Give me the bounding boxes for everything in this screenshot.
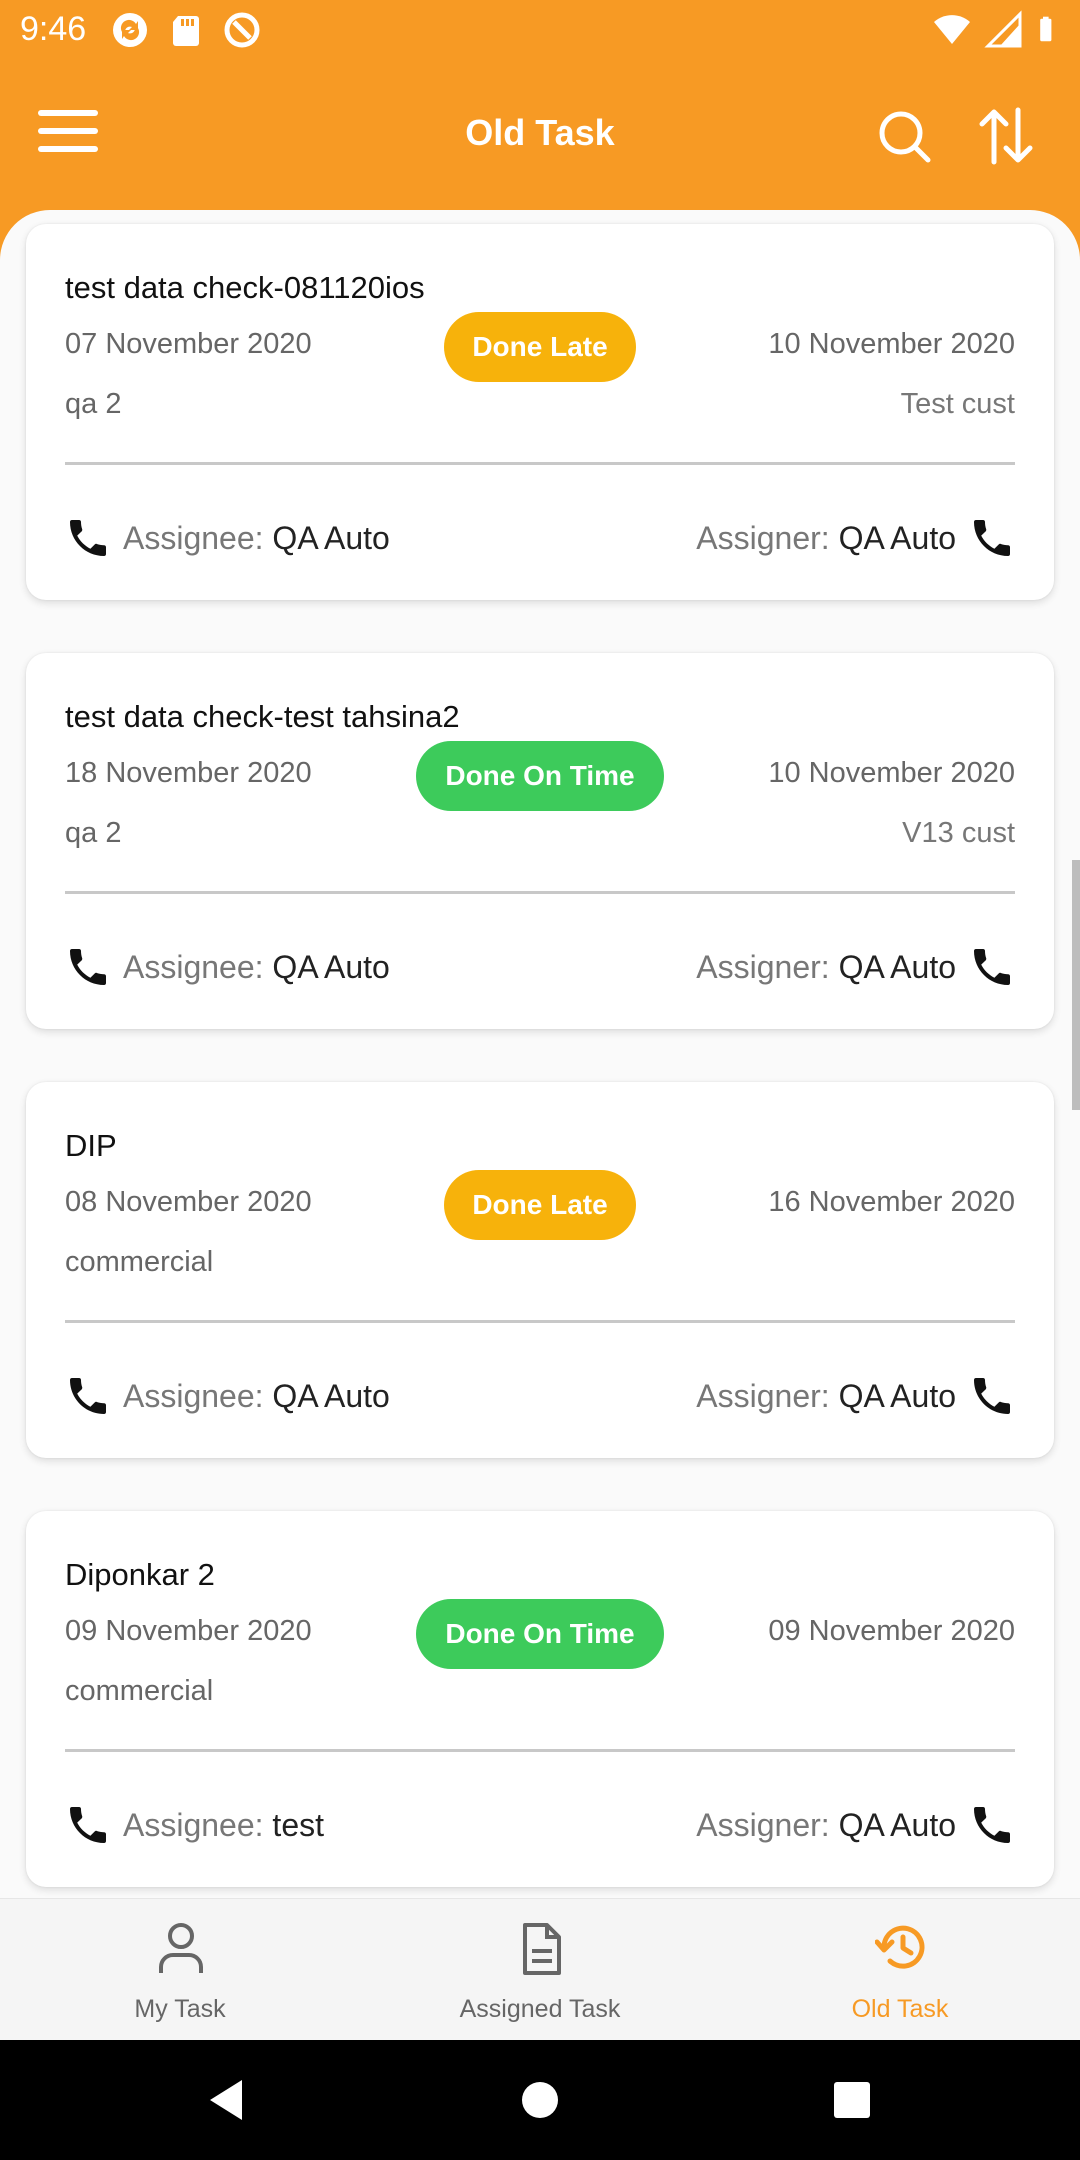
phone-icon[interactable] [968,1372,1016,1420]
sync-icon [113,13,147,47]
assignee-label: Assignee: [123,1807,264,1843]
assignee-name: QA Auto [272,949,390,985]
task-start-date: 08 November 2020 [65,1186,312,1218]
assigner-name: QA Auto [838,520,956,556]
task-card[interactable]: test data check-081120ios 07 November 20… [26,224,1054,600]
nav-item-my-task[interactable]: My Task [0,1899,360,2041]
recents-icon[interactable] [822,2070,882,2130]
assignee-name: QA Auto [272,520,390,556]
status-time: 9:46 [20,10,87,48]
assigner: Assigner: QA Auto [696,520,956,557]
task-end-date: 10 November 2020 [768,328,1015,360]
divider [65,1749,1015,1752]
search-icon[interactable] [876,108,932,164]
home-icon[interactable] [510,2070,570,2130]
nav-item-assigned-task[interactable]: Assigned Task [360,1899,720,2041]
assignee: Assignee: QA Auto [123,1378,390,1415]
signal-icon [984,10,1022,48]
nav-label: My Task [134,1995,226,2023]
task-title: Diponkar 2 [65,1557,215,1592]
back-icon[interactable] [196,2070,256,2130]
assigner-label: Assigner: [696,949,830,985]
task-list[interactable]: test data check-081120ios 07 November 20… [0,210,1080,1900]
task-start-date: 09 November 2020 [65,1615,312,1647]
sort-icon[interactable] [976,106,1036,166]
assigner-label: Assigner: [696,1807,830,1843]
system-navigation-bar [0,2040,1080,2160]
task-title: test data check-081120ios [65,270,425,305]
nav-label: Assigned Task [459,1995,621,2023]
phone-icon[interactable] [968,514,1016,562]
phone-icon[interactable] [968,943,1016,991]
task-card[interactable]: test data check-test tahsina2 18 Novembe… [26,653,1054,1029]
assignee-label: Assignee: [123,520,264,556]
assigner-label: Assigner: [696,1378,830,1414]
task-card[interactable]: DIP 08 November 2020 Done Late 16 Novemb… [26,1082,1054,1458]
task-start-date: 07 November 2020 [65,328,312,360]
divider [65,462,1015,465]
person-icon [159,1923,203,1973]
divider [65,891,1015,894]
nav-label: Old Task [851,1995,949,2023]
assignee: Assignee: QA Auto [123,520,390,557]
phone-icon[interactable] [64,1372,112,1420]
task-start-date: 18 November 2020 [65,757,312,789]
status-badge: Done On Time [416,741,664,811]
assigner: Assigner: QA Auto [696,1378,956,1415]
nav-item-old-task[interactable]: Old Task [720,1899,1080,2041]
assignee: Assignee: QA Auto [123,949,390,986]
task-customer: Test cust [900,388,1015,420]
phone-icon[interactable] [968,1801,1016,1849]
task-card[interactable]: Diponkar 2 09 November 2020 Done On Time… [26,1511,1054,1887]
assigner-label: Assigner: [696,520,830,556]
document-icon [523,1923,561,1975]
status-badge: Done Late [444,1170,636,1240]
status-bar: 9:46 [0,0,1080,60]
phone-icon[interactable] [64,514,112,562]
assigner-name: QA Auto [838,949,956,985]
task-subtitle: qa 2 [65,388,122,420]
at-sign-icon [224,12,260,48]
scrollbar-thumb[interactable] [1072,860,1080,1110]
assignee: Assignee: test [123,1807,324,1844]
task-subtitle: qa 2 [65,817,122,849]
task-end-date: 09 November 2020 [768,1615,1015,1647]
assigner: Assigner: QA Auto [696,1807,956,1844]
task-subtitle: commercial [65,1246,214,1278]
assigner: Assigner: QA Auto [696,949,956,986]
assigner-name: QA Auto [838,1378,956,1414]
status-system-icons [932,10,1064,50]
assignee-name: test [272,1807,324,1843]
phone-icon[interactable] [64,1801,112,1849]
divider [65,1320,1015,1323]
phone-icon[interactable] [64,943,112,991]
assigner-name: QA Auto [838,1807,956,1843]
app-bar: Old Task [0,70,1080,200]
history-icon [875,1925,925,1969]
sd-card-icon [173,16,199,46]
task-subtitle: commercial [65,1675,214,1707]
battery-icon [1040,16,1052,42]
assignee-label: Assignee: [123,1378,264,1414]
task-end-date: 16 November 2020 [768,1186,1015,1218]
task-end-date: 10 November 2020 [768,757,1015,789]
assignee-name: QA Auto [272,1378,390,1414]
assignee-label: Assignee: [123,949,264,985]
task-customer: V13 cust [902,817,1015,849]
bottom-navigation: My Task Assigned Task Old Task [0,1898,1080,2040]
task-title: DIP [65,1128,117,1163]
wifi-icon [934,15,970,44]
status-badge: Done Late [444,312,636,382]
status-notification-icons [110,10,262,50]
status-badge: Done On Time [416,1599,664,1669]
task-title: test data check-test tahsina2 [65,699,460,734]
